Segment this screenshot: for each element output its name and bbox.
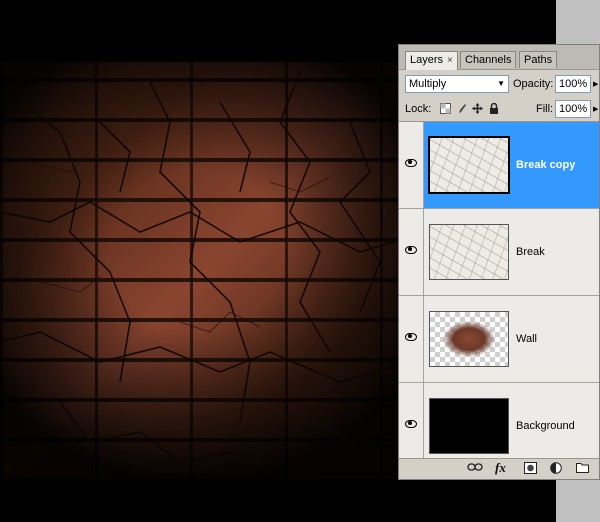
tab-layers[interactable]: Layers × bbox=[405, 51, 458, 70]
lock-pixels-brush-icon[interactable] bbox=[455, 102, 467, 114]
layer-thumbnail bbox=[429, 311, 509, 367]
fx-icon[interactable]: fx bbox=[495, 460, 506, 476]
layers-panel: Layers × Channels Paths Multiply ▼ Opacit… bbox=[398, 44, 600, 480]
eye-icon bbox=[405, 159, 417, 167]
lock-transparent-icon[interactable] bbox=[439, 102, 451, 114]
layers-panel-footer: fx bbox=[399, 458, 599, 479]
layer-thumbnail bbox=[429, 398, 509, 454]
opacity-slider-arrow-icon[interactable]: ▶ bbox=[593, 80, 598, 88]
tab-channels-label: Channels bbox=[465, 54, 512, 66]
visibility-toggle[interactable] bbox=[399, 296, 424, 382]
eye-icon bbox=[405, 246, 417, 254]
close-icon[interactable]: × bbox=[447, 55, 453, 66]
panel-tabs: Layers × Channels Paths bbox=[399, 45, 599, 70]
blend-mode-select[interactable]: Multiply ▼ bbox=[405, 75, 509, 93]
fill-label: Fill: bbox=[536, 103, 554, 115]
layer-thumbnail bbox=[429, 224, 509, 280]
lock-position-move-icon[interactable] bbox=[471, 102, 483, 114]
link-icon[interactable] bbox=[467, 462, 483, 475]
visibility-toggle[interactable] bbox=[399, 383, 424, 469]
blend-mode-value: Multiply bbox=[409, 78, 447, 90]
visibility-toggle[interactable] bbox=[399, 209, 424, 295]
adjustment-icon[interactable] bbox=[550, 462, 562, 477]
tab-paths-label: Paths bbox=[524, 54, 553, 66]
opacity-input[interactable]: 100% bbox=[555, 75, 591, 93]
layer-row-break[interactable]: Break bbox=[399, 209, 599, 296]
crack-overlay bbox=[0, 71, 410, 463]
tab-channels[interactable]: Channels bbox=[460, 51, 517, 68]
layer-name[interactable]: Break copy bbox=[516, 159, 575, 171]
opacity-label: Opacity: bbox=[513, 78, 554, 90]
fill-input[interactable]: 100% bbox=[555, 100, 591, 118]
layer-name[interactable]: Background bbox=[516, 420, 575, 432]
layer-row-break-copy[interactable]: Break copy bbox=[399, 122, 599, 209]
tab-paths[interactable]: Paths bbox=[519, 51, 558, 68]
lock-label: Lock: bbox=[405, 103, 432, 115]
visibility-toggle[interactable] bbox=[399, 122, 424, 208]
folder-icon[interactable] bbox=[576, 462, 589, 476]
layer-name[interactable]: Wall bbox=[516, 333, 537, 345]
layer-row-background[interactable]: Background bbox=[399, 383, 599, 470]
layer-thumbnail bbox=[428, 136, 510, 194]
fill-slider-arrow-icon[interactable]: ▶ bbox=[593, 105, 598, 113]
layers-list: Break copy Break Wall Background bbox=[399, 121, 599, 470]
chevron-down-icon: ▼ bbox=[497, 79, 505, 88]
lock-all-padlock-icon[interactable] bbox=[488, 102, 500, 114]
eye-icon bbox=[405, 420, 417, 428]
layer-name[interactable]: Break bbox=[516, 246, 545, 258]
eye-icon bbox=[405, 333, 417, 341]
tab-layers-label: Layers bbox=[410, 54, 444, 66]
layer-row-wall[interactable]: Wall bbox=[399, 296, 599, 383]
mask-icon[interactable] bbox=[524, 462, 537, 477]
